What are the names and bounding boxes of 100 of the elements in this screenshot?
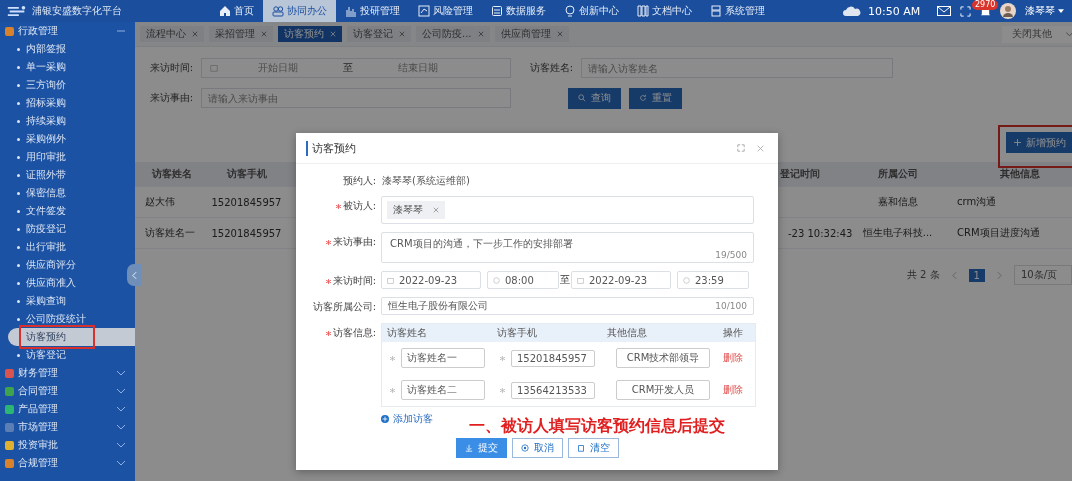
column-header: 操作 [721, 326, 744, 340]
chevron-down-icon[interactable] [117, 406, 125, 412]
visitor-phone-field[interactable]: 13564213533 [511, 381, 595, 399]
nav-tab[interactable]: 投研管理 [336, 0, 409, 22]
menu-group[interactable]: 市场管理 [0, 418, 135, 436]
nav-tab[interactable]: 创新中心 [555, 0, 628, 22]
menu-item[interactable]: 出行审批 [26, 238, 66, 256]
menu-item[interactable]: 采购查询 [26, 292, 66, 310]
other-info-field[interactable]: CRM技术部领导 [616, 348, 710, 368]
menu-item[interactable]: 供应商评分 [26, 256, 76, 274]
delete-link[interactable]: 删除 [722, 384, 743, 395]
calendar-icon [577, 276, 584, 284]
menu-item[interactable]: 证照外带 [26, 166, 66, 184]
table-cell-text: 恒生电子科技... [861, 226, 934, 240]
close-icon[interactable] [757, 144, 764, 152]
page-tab[interactable]: 公司防疫... [416, 26, 490, 42]
nav-tab[interactable]: 文档中心 [628, 0, 701, 22]
cancel-button[interactable]: 取消 [511, 438, 563, 458]
nav-tab[interactable]: 首页 [210, 0, 263, 22]
people-icon [272, 5, 284, 17]
user-menu[interactable]: 漆琴琴 [1025, 4, 1055, 18]
close-others-dropdown[interactable]: 关闭其他 [1002, 25, 1072, 43]
menu-item[interactable]: 采购例外 [26, 130, 66, 148]
page-number[interactable]: 1 [968, 268, 985, 282]
range-separator: 至 [559, 273, 571, 287]
chevron-down-icon[interactable] [117, 460, 125, 466]
menu-group[interactable]: 产品管理 [0, 400, 135, 418]
page-tab[interactable]: 供应商管理 [494, 26, 569, 42]
new-booking-button[interactable]: 新增预约 [1006, 132, 1072, 153]
field-label: 来访时间: [148, 61, 193, 75]
page-size-dropdown[interactable]: 10条/页 [1013, 265, 1072, 285]
menu-item[interactable]: 访客登记 [26, 346, 66, 364]
delete-link[interactable]: 删除 [722, 352, 743, 363]
chevron-down-icon[interactable] [117, 370, 125, 376]
nav-tab[interactable]: 风险管理 [409, 0, 482, 22]
close-icon[interactable] [261, 31, 267, 37]
menu-group[interactable]: 合规管理 [0, 454, 135, 472]
menu-item[interactable]: 保密信息 [26, 184, 66, 202]
add-visitor-link[interactable]: 添加访客 [393, 412, 433, 426]
menu-group[interactable]: 行政管理 [0, 22, 135, 40]
start-time-field[interactable]: 08:00 [487, 271, 559, 289]
menu-item[interactable]: 访客预约 [8, 328, 135, 346]
chevron-down-icon[interactable] [117, 388, 125, 394]
bullet-icon [17, 173, 20, 177]
visitor-name-field[interactable]: 访客姓名二 [401, 380, 485, 400]
menu-item[interactable]: 用印审批 [26, 148, 66, 166]
table-cell-text: crm沟通 [956, 195, 998, 209]
nav-tab[interactable]: 系统管理 [701, 0, 774, 22]
menu-item[interactable]: 三方询价 [26, 76, 66, 94]
menu-group[interactable]: 合同管理 [0, 382, 135, 400]
end-date-field[interactable]: 2022-09-23 [571, 271, 671, 289]
bullet-icon [17, 227, 20, 231]
menu-item[interactable]: 内部签报 [26, 40, 66, 58]
end-time-field[interactable]: 23:59 [677, 271, 749, 289]
visitor-name-field[interactable]: 访客姓名一 [401, 348, 485, 368]
menu-item[interactable]: 供应商准入 [26, 274, 76, 292]
caret-icon[interactable] [1058, 9, 1064, 13]
submit-button[interactable]: 提交 [455, 438, 507, 458]
visit-reason-textarea[interactable]: CRM项目的沟通，下一步工作的安排部署 19/500 [381, 232, 754, 263]
page-tab[interactable]: 流程中心 [140, 26, 204, 42]
menu-item[interactable]: 文件签发 [26, 202, 66, 220]
page-tab[interactable]: 采招管理 [209, 26, 273, 42]
mail-icon[interactable] [937, 6, 951, 16]
close-icon[interactable] [477, 31, 484, 37]
chevron-down-icon[interactable] [117, 442, 125, 448]
close-icon[interactable] [399, 31, 405, 37]
person-tag[interactable]: 漆琴琴 [387, 201, 445, 219]
fullscreen-icon[interactable] [960, 5, 971, 17]
menu-item[interactable]: 招标采购 [26, 94, 66, 112]
host-select-field[interactable]: 漆琴琴 [381, 196, 754, 224]
reset-button[interactable]: 重置 [629, 87, 682, 109]
start-date-field[interactable]: 2022-09-23 [381, 271, 481, 289]
company-field[interactable]: 恒生电子股份有限公司 10/100 [381, 297, 754, 315]
menu-item[interactable]: 持续采购 [26, 112, 66, 130]
nav-tab[interactable]: 数据服务 [482, 0, 555, 22]
close-icon[interactable] [556, 31, 563, 37]
bullet-icon [17, 101, 20, 105]
visitor-phone-field[interactable]: 15201845957 [511, 349, 595, 367]
menu-item[interactable]: 公司防疫统计 [26, 310, 86, 328]
menu-group[interactable]: 投资审批 [0, 436, 135, 454]
menu-item[interactable]: 防疫登记 [26, 220, 66, 238]
column-header: 访客手机 [496, 326, 538, 340]
other-info-field[interactable]: CRM开发人员 [616, 380, 710, 400]
home-icon [219, 5, 231, 17]
close-icon[interactable] [192, 31, 198, 37]
avatar-icon[interactable] [1000, 3, 1016, 19]
menu-item[interactable]: 单一采购 [26, 58, 66, 76]
menu-group[interactable]: 财务管理 [0, 364, 135, 382]
page-tab[interactable]: 访客登记 [347, 26, 411, 42]
page-tab[interactable]: 访客预约 [278, 26, 342, 42]
bulb-icon [564, 5, 576, 17]
clear-button[interactable]: 清空 [567, 438, 619, 458]
table-cell-text: 嘉和信息 [876, 195, 919, 209]
chevron-down-icon[interactable] [117, 424, 125, 430]
bullet-icon [17, 47, 20, 51]
list-icon [491, 5, 503, 17]
nav-tab[interactable]: 协同办公 [263, 0, 336, 22]
search-button[interactable]: 查询 [568, 87, 621, 109]
close-icon[interactable] [433, 207, 439, 213]
collapse-handle[interactable] [127, 264, 141, 286]
